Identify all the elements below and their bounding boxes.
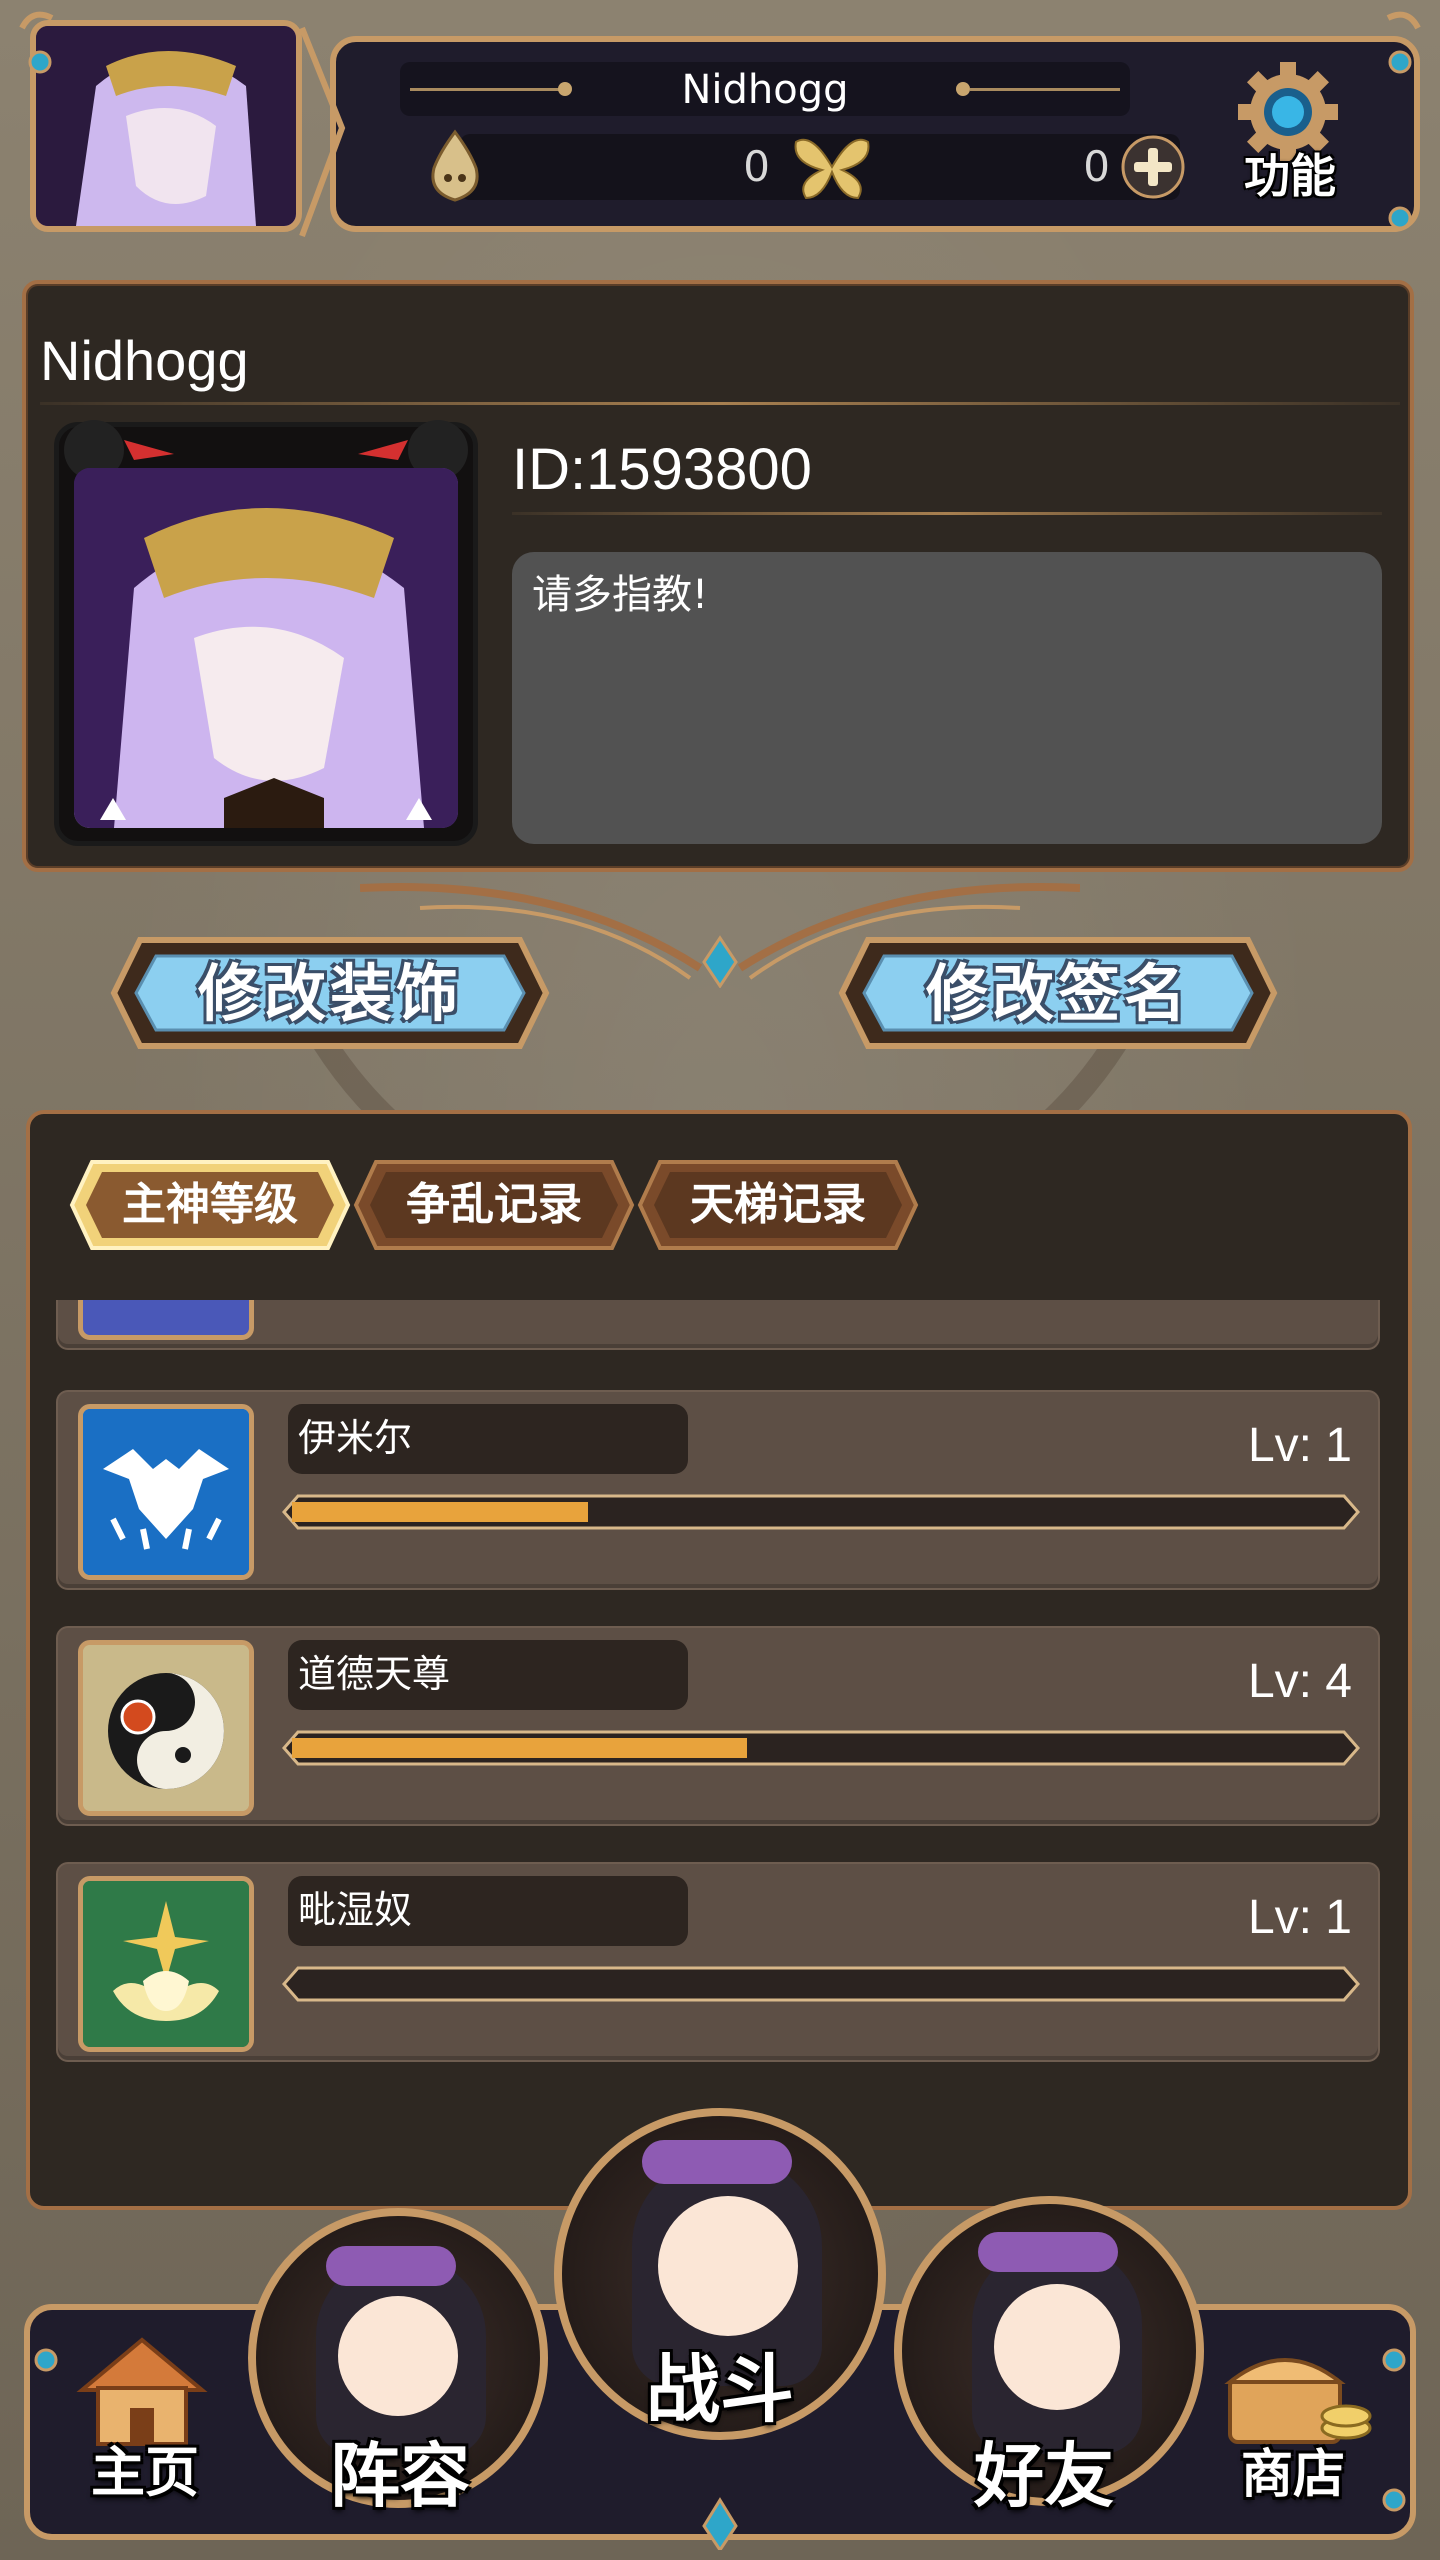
partial-god-icon: [78, 1300, 254, 1340]
chibi-face: [658, 2196, 798, 2336]
chibi-bow: [642, 2140, 792, 2184]
nav-lineup[interactable]: 阵容: [300, 2420, 500, 2521]
list-item-partial: [56, 1300, 1380, 1350]
edit-signature-button[interactable]: 修改签名: [838, 952, 1278, 1036]
tab-ladder-record[interactable]: 天梯记录: [636, 1158, 920, 1252]
lotus-icon: [78, 1876, 254, 2052]
god-progress-bar: [282, 1494, 1360, 1530]
yin-yang-icon: [78, 1640, 254, 1816]
resource-1-value: 0: [743, 142, 770, 191]
profile-name-divider: [40, 402, 1400, 405]
list-item-daode-tianzun[interactable]: 道德天尊 Lv: 4: [56, 1626, 1380, 1826]
header-player-name: Nidhogg: [681, 67, 849, 113]
god-level: Lv: 1: [1247, 1891, 1352, 1944]
chibi-face: [994, 2284, 1120, 2410]
add-resource-icon[interactable]: [1120, 134, 1186, 200]
god-level-list[interactable]: 伊米尔 Lv: 1 道德天尊 Lv: 4 毗湿奴 Lv: 1: [56, 1300, 1380, 2080]
profile-avatar-image: [74, 468, 458, 828]
tab-conflict-record[interactable]: 争乱记录: [352, 1158, 636, 1252]
nav-home[interactable]: 主页: [70, 2428, 220, 2507]
frame-corner-left-icon: [100, 798, 126, 820]
god-name: 毗湿奴: [298, 1888, 413, 1932]
flame-icon: [431, 129, 479, 202]
nav-battle[interactable]: 战斗: [620, 2330, 820, 2437]
chibi-face: [338, 2296, 458, 2416]
nav-friends[interactable]: 好友: [944, 2420, 1144, 2521]
profile-name: Nidhogg: [40, 329, 249, 392]
nav-shop[interactable]: 商店: [1218, 2432, 1368, 2507]
chibi-bow: [326, 2246, 456, 2286]
list-item-ymir[interactable]: 伊米尔 Lv: 1: [56, 1390, 1380, 1590]
god-level: Lv: 1: [1247, 1419, 1352, 1472]
profile-id-divider: [512, 512, 1382, 515]
resource-2-value: 0: [1083, 142, 1110, 191]
god-progress-bar: [282, 1730, 1360, 1766]
profile-id: ID:1593800: [512, 437, 812, 502]
god-name: 道德天尊: [298, 1652, 451, 1696]
god-progress-bar: [282, 1966, 1360, 2002]
frost-antler-icon: [78, 1404, 254, 1580]
header-ornament-frame: [19, 11, 1421, 238]
frame-corner-right-icon: [406, 798, 432, 820]
god-name: 伊米尔: [298, 1416, 413, 1460]
list-item-vishnu[interactable]: 毗湿奴 Lv: 1: [56, 1862, 1380, 2062]
edit-decoration-button[interactable]: 修改装饰: [110, 952, 550, 1036]
signature-text: 请多指教!: [532, 572, 709, 618]
butterfly-icon: [794, 138, 870, 200]
tab-god-level[interactable]: 主神等级: [68, 1158, 352, 1252]
function-label[interactable]: 功能: [1230, 140, 1350, 206]
chibi-bow: [978, 2232, 1118, 2272]
god-level: Lv: 4: [1247, 1655, 1352, 1708]
